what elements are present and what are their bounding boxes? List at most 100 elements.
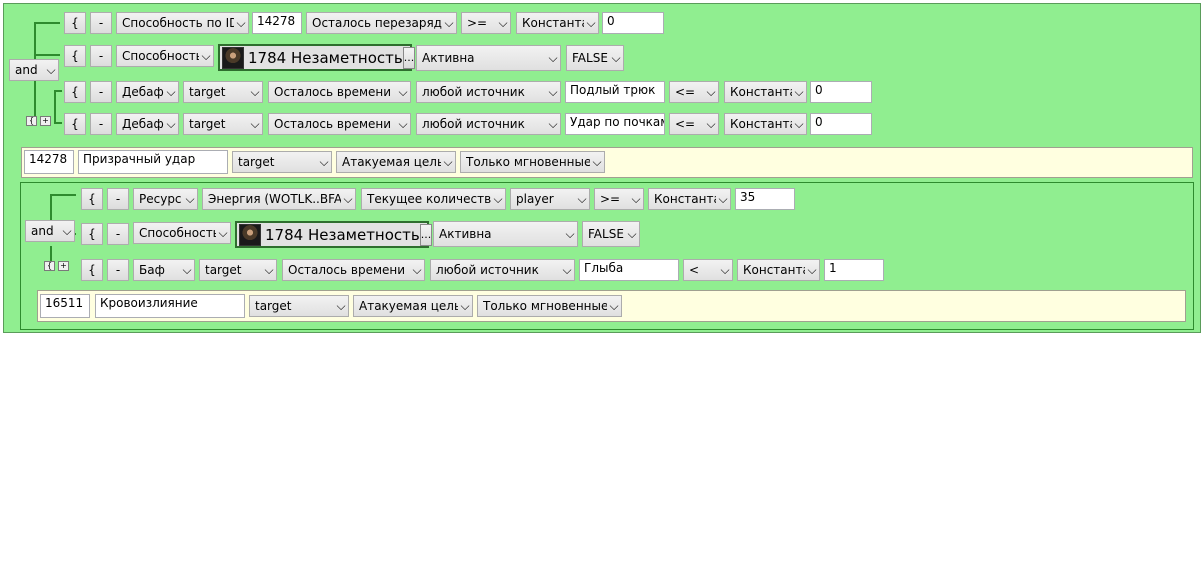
condition-type-select[interactable]: Ресурс ⌵ [133, 188, 198, 210]
chevron-down-icon: ⌵ [250, 84, 260, 99]
remove-condition-button[interactable]: - [90, 81, 112, 103]
target-select[interactable]: target ⌵ [199, 259, 277, 281]
aura-name-input[interactable]: Подлый трюк [565, 81, 665, 103]
compare-type-select[interactable]: Константа ⌵ [724, 113, 807, 135]
action-mode-select[interactable]: Атакуемая цель ⌵ [336, 151, 456, 173]
chevron-down-icon: ⌵ [398, 116, 408, 131]
action-target-select[interactable]: target ⌵ [232, 151, 332, 173]
remove-condition-button[interactable]: - [90, 45, 112, 67]
chevron-down-icon: ⌵ [592, 154, 602, 169]
add-brace-mini-button[interactable]: { [26, 116, 37, 126]
constant-value-input[interactable]: 0 [810, 113, 872, 135]
remove-condition-button[interactable]: - [90, 12, 112, 34]
add-brace-mini-button[interactable]: { [44, 261, 55, 271]
constant-value-input[interactable]: 35 [735, 188, 795, 210]
compare-type-select[interactable]: Константа ⌵ [648, 188, 731, 210]
condition-type-select[interactable]: Способность ⌵ [116, 45, 214, 67]
operator-select[interactable]: < ⌵ [683, 259, 733, 281]
parameter-select[interactable]: Осталось перезарядки ⌵ [306, 12, 457, 34]
open-brace-button[interactable]: { [64, 45, 86, 67]
parameter-select[interactable]: Осталось времени ⌵ [282, 259, 425, 281]
parameter-select[interactable]: Осталось времени ⌵ [268, 113, 411, 135]
logic-select-1[interactable]: and ⌵ [9, 59, 59, 81]
open-brace-button[interactable]: { [81, 259, 103, 281]
chevron-down-icon: ⌵ [718, 191, 728, 206]
action-spell-id-input[interactable]: 16511 [40, 294, 90, 318]
open-brace-button[interactable]: { [64, 113, 86, 135]
source-select[interactable]: любой источник ⌵ [430, 259, 575, 281]
parameter-select[interactable]: Текущее количество ⌵ [361, 188, 506, 210]
add-condition-mini-button[interactable]: + [58, 261, 69, 271]
open-brace-button[interactable]: { [64, 81, 86, 103]
open-brace-button[interactable]: { [81, 223, 103, 245]
open-brace-button[interactable]: { [64, 12, 86, 34]
browse-spell-button[interactable]: ... [419, 223, 433, 246]
resource-select[interactable]: Энергия (WOTLK..BFA) ⌵ [202, 188, 356, 210]
spell-label: 1784 Незаметность [265, 226, 420, 244]
ability-id-input[interactable]: 14278 [252, 12, 302, 34]
spell-id: 1784 [265, 225, 304, 244]
aura-name-input[interactable]: Удар по почкам [565, 113, 665, 135]
open-brace-button[interactable]: { [81, 188, 103, 210]
action-spell-id-input[interactable]: 14278 [24, 150, 74, 174]
browse-spell-button[interactable]: ... [402, 46, 416, 69]
chevron-down-icon: ⌵ [794, 84, 804, 99]
chevron-down-icon: ⌵ [548, 84, 558, 99]
logic-select-2-value: and [31, 224, 54, 238]
state-select[interactable]: Активна ⌵ [433, 221, 578, 247]
compare-type-select[interactable]: Константа ⌵ [516, 12, 599, 34]
chevron-down-icon: ⌵ [807, 262, 817, 277]
logic-select-2[interactable]: and ⌵ [25, 220, 75, 242]
bool-select[interactable]: FALSE ⌵ [566, 45, 624, 71]
add-condition-mini-button[interactable]: + [40, 116, 51, 126]
target-select[interactable]: target ⌵ [183, 113, 263, 135]
bool-select[interactable]: FALSE ⌵ [582, 221, 640, 247]
chevron-down-icon: ⌵ [319, 154, 329, 169]
chevron-down-icon: ⌵ [611, 50, 621, 65]
operator-select[interactable]: <= ⌵ [669, 113, 719, 135]
remove-condition-button[interactable]: - [107, 188, 129, 210]
operator-select[interactable]: >= ⌵ [594, 188, 644, 210]
condition-type-select[interactable]: Способность по ID ⌵ [116, 12, 249, 34]
compare-type-select[interactable]: Константа ⌵ [724, 81, 807, 103]
remove-condition-button[interactable]: - [107, 259, 129, 281]
remove-condition-button[interactable]: - [90, 113, 112, 135]
chevron-down-icon: ⌵ [794, 116, 804, 131]
action-spell-name-input[interactable]: Призрачный удар [78, 150, 228, 174]
action-cast-select[interactable]: Только мгновенные ⌵ [460, 151, 605, 173]
spell-picker[interactable]: 1784 Незаметность ... [235, 221, 433, 248]
operator-select[interactable]: >= ⌵ [461, 12, 511, 34]
condition-type-select[interactable]: Баф ⌵ [133, 259, 195, 281]
spell-picker[interactable]: 1784 Незаметность ... [218, 44, 416, 71]
compare-type-select[interactable]: Константа ⌵ [737, 259, 820, 281]
spell-id: 1784 [248, 48, 287, 67]
remove-condition-button[interactable]: - [107, 223, 129, 245]
chevron-down-icon: ⌵ [548, 116, 558, 131]
operator-select[interactable]: <= ⌵ [669, 81, 719, 103]
parameter-select[interactable]: Осталось времени ⌵ [268, 81, 411, 103]
source-select[interactable]: любой источник ⌵ [416, 113, 561, 135]
aura-name-input[interactable]: Глыба [579, 259, 679, 281]
action-cast-select[interactable]: Только мгновенные ⌵ [477, 295, 622, 317]
unit-select[interactable]: player ⌵ [510, 188, 590, 210]
constant-value-input[interactable]: 0 [810, 81, 872, 103]
chevron-down-icon: ⌵ [201, 48, 211, 63]
chevron-down-icon: ⌵ [218, 225, 228, 240]
chevron-down-icon: ⌵ [443, 154, 453, 169]
chevron-down-icon: ⌵ [46, 62, 56, 77]
action-target-select[interactable]: target ⌵ [249, 295, 349, 317]
bracket-line [34, 54, 60, 56]
condition-type-select[interactable]: Способность ⌵ [133, 222, 231, 244]
target-select[interactable]: target ⌵ [183, 81, 263, 103]
stealth-spell-icon [239, 223, 261, 246]
chevron-down-icon: ⌵ [460, 298, 470, 313]
source-select[interactable]: любой источник ⌵ [416, 81, 561, 103]
action-spell-name-input[interactable]: Кровоизлияние [95, 294, 245, 318]
chevron-down-icon: ⌵ [577, 191, 587, 206]
constant-value-input[interactable]: 0 [602, 12, 664, 34]
constant-value-input[interactable]: 1 [824, 259, 884, 281]
condition-type-select[interactable]: Дебаф ⌵ [116, 81, 179, 103]
condition-type-select[interactable]: Дебаф ⌵ [116, 113, 179, 135]
action-mode-select[interactable]: Атакуемая цель ⌵ [353, 295, 473, 317]
state-select[interactable]: Активна ⌵ [416, 45, 561, 71]
